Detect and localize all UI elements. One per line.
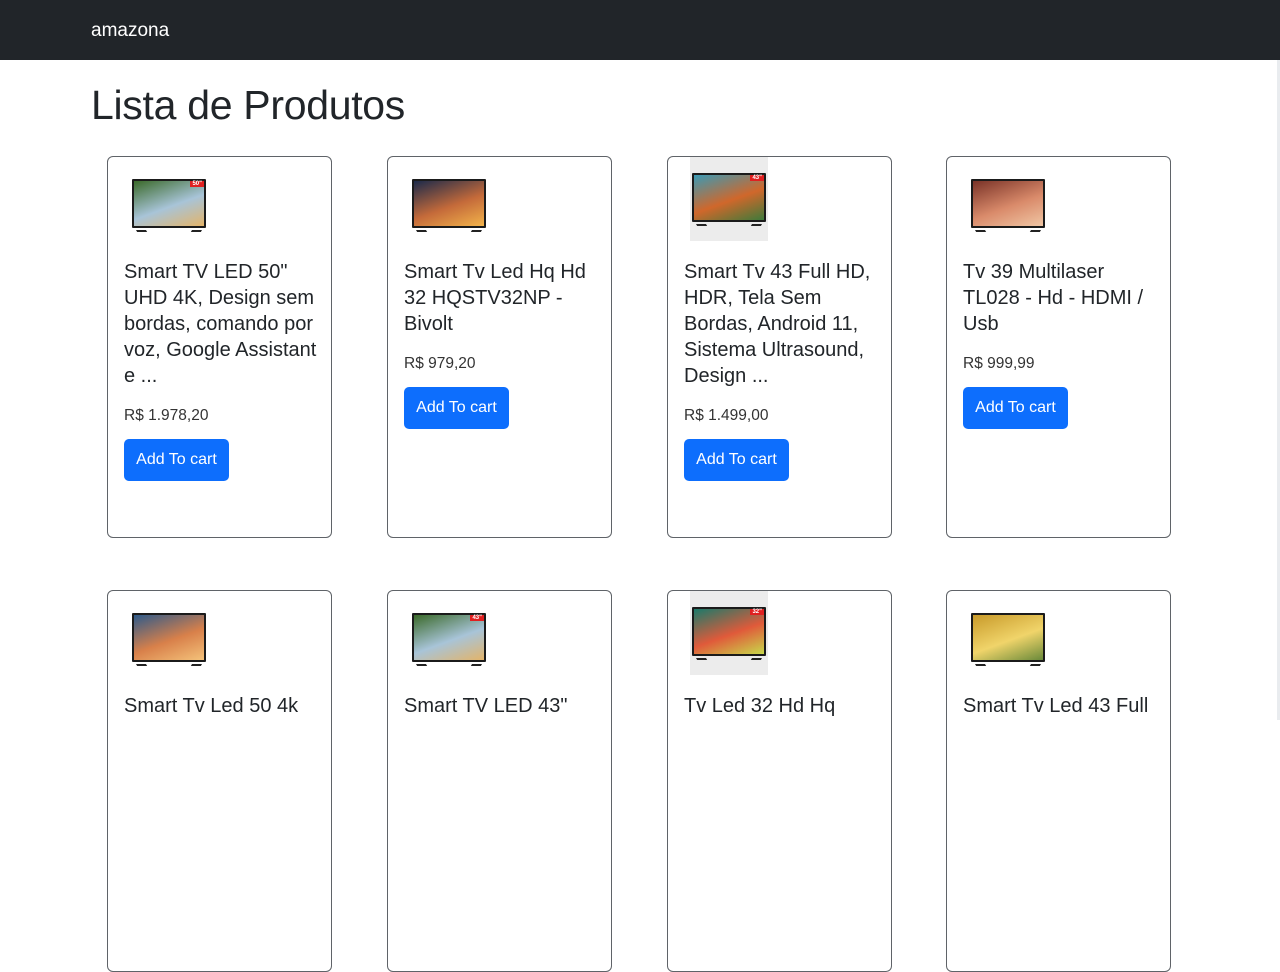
add-to-cart-button[interactable]: Add To cart: [684, 439, 789, 481]
product-image[interactable]: [969, 603, 1047, 675]
product-name[interactable]: Smart TV LED 50" UHD 4K, Design sem bord…: [124, 259, 322, 389]
brand-link[interactable]: amazona: [91, 20, 169, 42]
product-card: 32" Tv Led 32 Hd Hq: [667, 590, 892, 972]
product-price: R$ 999,99: [963, 355, 1035, 372]
product-name[interactable]: Smart TV LED 43": [404, 693, 602, 719]
product-name[interactable]: Tv 39 Multilaser TL028 - Hd - HDMI / Usb: [963, 259, 1161, 337]
product-name[interactable]: Smart Tv Led 43 Full: [963, 693, 1161, 719]
product-image[interactable]: 50": [130, 169, 208, 241]
product-card: Smart Tv Led 50 4k: [107, 590, 332, 972]
product-card: 43" Smart Tv 43 Full HD, HDR, Tela Sem Bo…: [667, 156, 892, 538]
size-badge: 50": [190, 180, 204, 187]
product-card: Smart Tv Led 43 Full: [946, 590, 1171, 972]
product-price: R$ 1.978,20: [124, 407, 209, 424]
add-to-cart-button[interactable]: Add To cart: [124, 439, 229, 481]
add-to-cart-button[interactable]: Add To cart: [404, 387, 509, 429]
product-card: 50" Smart TV LED 50" UHD 4K, Design sem b…: [107, 156, 332, 538]
product-image[interactable]: [969, 169, 1047, 241]
product-image[interactable]: 43": [690, 157, 768, 241]
product-card: 43" Smart TV LED 43": [387, 590, 612, 972]
page-title: Lista de Produtos: [91, 82, 405, 128]
product-image[interactable]: [130, 603, 208, 675]
product-image[interactable]: [410, 169, 488, 241]
size-badge: 43": [470, 614, 484, 621]
product-name[interactable]: Smart Tv Led Hq Hd 32 HQSTV32NP - Bivolt: [404, 259, 602, 337]
product-image[interactable]: 43": [410, 603, 488, 675]
top-navbar: amazona: [0, 0, 1280, 60]
product-name[interactable]: Smart Tv 43 Full HD, HDR, Tela Sem Borda…: [684, 259, 882, 389]
size-badge: 43": [750, 174, 764, 181]
product-price: R$ 979,20: [404, 355, 476, 372]
product-card: Tv 39 Multilaser TL028 - Hd - HDMI / Usb…: [946, 156, 1171, 538]
product-price: R$ 1.499,00: [684, 407, 769, 424]
size-badge: 32": [750, 608, 764, 615]
product-name[interactable]: Smart Tv Led 50 4k: [124, 693, 322, 719]
product-card: Smart Tv Led Hq Hd 32 HQSTV32NP - Bivolt…: [387, 156, 612, 538]
add-to-cart-button[interactable]: Add To cart: [963, 387, 1068, 429]
product-name[interactable]: Tv Led 32 Hd Hq: [684, 693, 882, 719]
product-image[interactable]: 32": [690, 591, 768, 675]
